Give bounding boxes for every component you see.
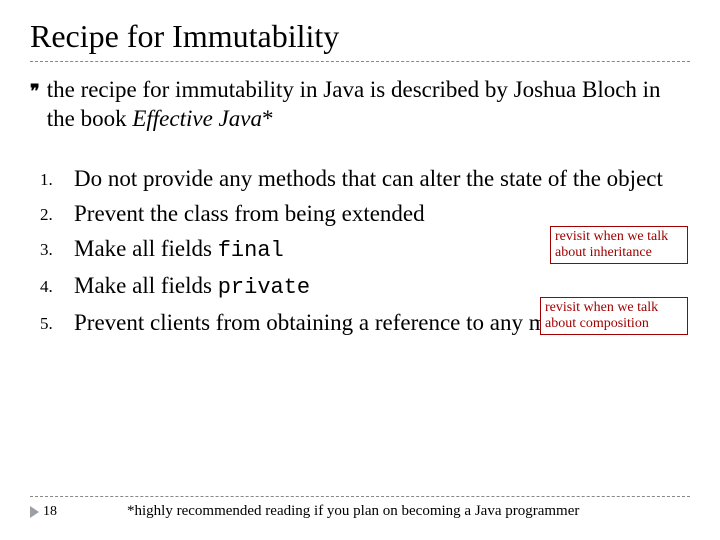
ordered-list: 1. Do not provide any methods that can a… [40, 162, 690, 340]
asterisk: * [262, 106, 274, 131]
slide-title: Recipe for Immutability [30, 18, 690, 55]
slide: Recipe for Immutability ❞ the recipe for… [0, 0, 720, 540]
list-text: Do not provide any methods that can alte… [74, 162, 690, 195]
page-number: 18 [43, 504, 57, 520]
footer-row: 18 *highly recommended reading if you pl… [30, 503, 690, 520]
pager: 18 [30, 504, 57, 520]
title-divider [30, 61, 690, 62]
list-number: 4. [40, 269, 74, 300]
footnote: *highly recommended reading if you plan … [127, 503, 579, 520]
callout-inheritance: revisit when we talk about inheritance [550, 226, 688, 264]
list-number: 5. [40, 306, 74, 337]
code-final: final [218, 238, 284, 263]
list-prefix: Make all fields [74, 236, 218, 261]
footer-divider [30, 496, 690, 497]
bullet-icon: ❞ [30, 76, 47, 103]
code-private: private [218, 275, 310, 300]
list-item: 1. Do not provide any methods that can a… [40, 162, 690, 195]
list-prefix: Make all fields [74, 273, 218, 298]
intro-block: ❞ the recipe for immutability in Java is… [30, 76, 690, 134]
callout-composition: revisit when we talk about composition [540, 297, 688, 335]
intro-text: the recipe for immutability in Java is d… [47, 76, 690, 134]
list-number: 3. [40, 232, 74, 263]
play-icon [30, 506, 39, 518]
list-number: 1. [40, 162, 74, 193]
footer: 18 *highly recommended reading if you pl… [30, 496, 690, 520]
book-title: Effective Java [132, 106, 262, 131]
list-number: 2. [40, 197, 74, 228]
